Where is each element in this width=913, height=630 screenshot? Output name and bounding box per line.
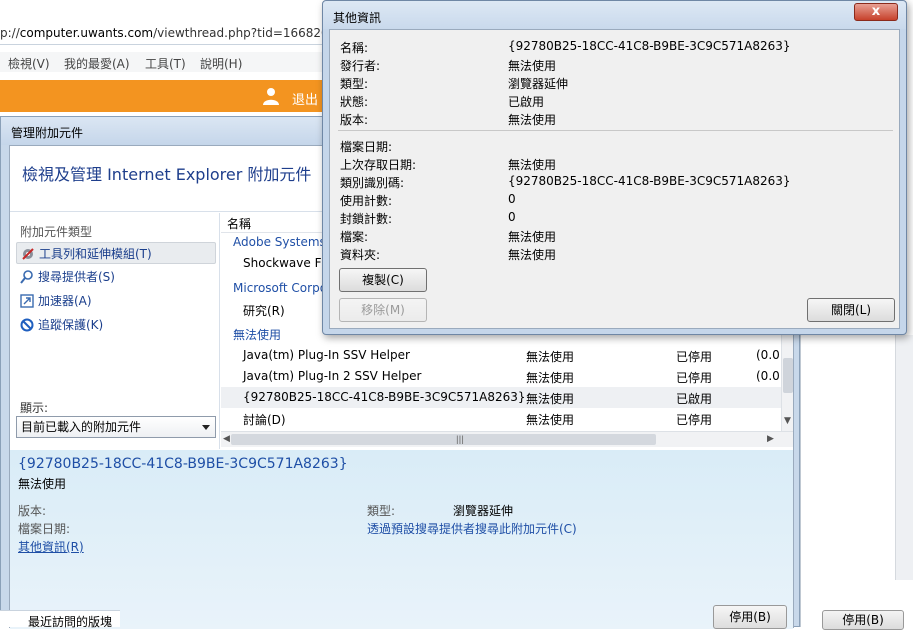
addon-name: Shockwave Fla — [243, 256, 333, 270]
separator — [338, 130, 893, 131]
addon-name: 討論(D) — [243, 413, 286, 427]
type-search-providers[interactable]: 搜尋提供者(S) — [16, 266, 216, 288]
addon-status: 已停用 — [676, 413, 713, 427]
show-dropdown-value: 目前已載入的附加元件 — [21, 420, 142, 434]
menu-tools[interactable]: 工具(T) — [145, 55, 186, 72]
table-row[interactable]: 討論(D) 無法使用 已停用 — [221, 408, 781, 429]
copy-button[interactable]: 複製(C) — [339, 268, 427, 292]
addon-details-pane: {92780B25-18CC-41C8-B9BE-3C9C571A8263} 無… — [10, 450, 793, 629]
user-icon — [263, 88, 279, 105]
close-icon[interactable]: x — [854, 3, 898, 21]
field-folder: 資料夾: 無法使用 — [340, 248, 557, 262]
background-scrollbar[interactable] — [895, 335, 913, 580]
page-title: 檢視及管理 Internet Explorer 附加元件 — [22, 165, 312, 184]
address-path: /viewthread.php?tid=1668200 — [153, 26, 337, 40]
scroll-down-icon[interactable]: ▼ — [784, 416, 791, 426]
addon-publisher: 無法使用 — [526, 350, 575, 364]
field-publisher: 發行者: 無法使用 — [340, 59, 557, 73]
type-label: 類型: — [367, 504, 396, 518]
type-label: 工具列和延伸模組(T) — [39, 247, 152, 261]
addon-status: 已停用 — [676, 350, 713, 364]
field-type: 類型: 瀏覽器延伸 — [340, 77, 569, 91]
block-icon — [20, 318, 34, 332]
group-unavailable: 無法使用 — [233, 328, 282, 342]
field-class-id: 類別識別碼: {92780B25-18CC-41C8-B9BE-3C9C571A8… — [340, 174, 791, 190]
accelerator-icon — [20, 294, 34, 308]
address-domain: computer.uwants.com — [19, 26, 154, 40]
dialog-body: 名稱: {92780B25-18CC-41C8-B9BE-3C9C571A8263… — [329, 29, 900, 329]
scroll-left-icon[interactable]: ◀ — [223, 434, 230, 444]
dialog-title: 其他資訊 — [333, 11, 382, 25]
addon-publisher: 無法使用 — [526, 371, 575, 385]
more-info-dialog: 其他資訊 x 名稱: {92780B25-18CC-41C8-B9BE-3C9C5… — [322, 0, 907, 335]
menu-bar: 檢視(V) 我的最愛(A) 工具(T) 說明(H) — [0, 52, 330, 72]
addon-extra: (0.0 — [756, 348, 780, 362]
field-last-accessed: 上次存取日期: 無法使用 — [340, 158, 557, 172]
menu-view[interactable]: 檢視(V) — [8, 55, 50, 72]
addon-status: 已啟用 — [676, 392, 713, 406]
column-name-header[interactable]: 名稱 — [227, 215, 251, 232]
addon-name: Java(tm) Plug-In SSV Helper — [243, 348, 410, 362]
chevron-down-icon — [202, 425, 210, 430]
menu-favorites[interactable]: 我的最愛(A) — [64, 55, 130, 72]
field-file-date: 檔案日期: — [340, 140, 393, 154]
type-toolbars-extensions[interactable]: 工具列和延伸模組(T) — [16, 242, 216, 264]
address-bar[interactable]: p://computer.uwants.com/viewthread.php?t… — [0, 23, 336, 45]
addon-types-label: 附加元件類型 — [20, 225, 93, 239]
field-file: 檔案: 無法使用 — [340, 230, 557, 244]
show-label: 顯示: — [20, 401, 49, 415]
table-row[interactable]: Java(tm) Plug-In 2 SSV Helper 無法使用 已停用 (… — [221, 366, 781, 387]
show-dropdown[interactable]: 目前已載入的附加元件 — [16, 416, 216, 438]
type-tracking-protection[interactable]: 追蹤保護(K) — [16, 314, 216, 336]
search-addon-link[interactable]: 透過預設搜尋提供者搜尋此附加元件(C) — [367, 520, 577, 537]
details-title: {92780B25-18CC-41C8-B9BE-3C9C571A8263} — [18, 456, 348, 472]
field-status: 狀態: 已啟用 — [340, 95, 545, 109]
addon-types-pane: 附加元件類型 工具列和延伸模組(T) 搜尋提供者(S) 加速器(A) 追蹤保護(… — [10, 213, 220, 449]
details-publisher: 無法使用 — [18, 477, 67, 491]
addon-publisher: 無法使用 — [526, 392, 575, 406]
disable-button[interactable]: 停用(B) — [713, 605, 787, 629]
remove-button[interactable]: 移除(M) — [339, 298, 427, 322]
version-label: 版本: — [18, 504, 47, 518]
addon-name: {92780B25-18CC-41C8-B9BE-3C9C571A8263} — [243, 390, 526, 404]
background-disable-button[interactable]: 停用(B) — [822, 610, 904, 630]
scroll-right-icon[interactable]: ▶ — [767, 434, 774, 444]
addon-status: 已停用 — [676, 371, 713, 385]
addon-extra: (0.0 — [756, 369, 780, 383]
scrollbar-thumb[interactable] — [783, 358, 793, 393]
field-block-count: 封鎖計數: 0 — [340, 210, 516, 226]
addon-publisher: 無法使用 — [526, 413, 575, 427]
status-strip: 最近訪問的版塊 — [0, 610, 120, 629]
group-microsoft: Microsoft Corpo — [233, 281, 328, 295]
addon-name: Java(tm) Plug-In 2 SSV Helper — [243, 369, 422, 383]
type-value: 瀏覽器延伸 — [453, 504, 514, 518]
logout-link[interactable]: 退出 — [292, 89, 318, 108]
search-icon — [20, 270, 33, 284]
table-row-selected[interactable]: {92780B25-18CC-41C8-B9BE-3C9C571A8263} 無… — [221, 387, 781, 408]
horizontal-scrollbar[interactable]: ◀ ǀǀǀ ▶ — [221, 431, 793, 447]
manager-window-title: 管理附加元件 — [11, 126, 84, 140]
file-date-label: 檔案日期: — [18, 522, 71, 536]
menu-help[interactable]: 說明(H) — [200, 55, 242, 72]
type-accelerators[interactable]: 加速器(A) — [16, 290, 216, 312]
group-adobe: Adobe Systems — [233, 235, 326, 249]
field-name: 名稱: {92780B25-18CC-41C8-B9BE-3C9C571A8263… — [340, 39, 791, 55]
type-label: 搜尋提供者(S) — [38, 270, 115, 284]
close-button[interactable]: 關閉(L) — [807, 298, 895, 322]
addon-name: 研究(R) — [243, 304, 285, 318]
field-version: 版本: 無法使用 — [340, 113, 557, 127]
address-prefix: p:// — [0, 26, 20, 40]
table-row[interactable]: Java(tm) Plug-In SSV Helper 無法使用 已停用 (0.… — [221, 345, 781, 366]
type-label: 追蹤保護(K) — [38, 318, 104, 332]
type-label: 加速器(A) — [38, 294, 92, 308]
recent-boards-text: 最近訪問的版塊 — [28, 615, 113, 629]
grip-icon: ǀǀǀ — [456, 435, 464, 445]
dialog-titlebar[interactable]: 其他資訊 x — [323, 1, 906, 29]
scrollbar-thumb[interactable]: ǀǀǀ — [231, 434, 656, 445]
address-text: p://computer.uwants.com/viewthread.php?t… — [0, 26, 336, 40]
gear-icon — [22, 248, 34, 260]
more-info-link[interactable]: 其他資訊(R) — [18, 538, 84, 555]
site-header-bar: 退出 — [0, 80, 330, 112]
field-use-count: 使用計數: 0 — [340, 192, 516, 208]
